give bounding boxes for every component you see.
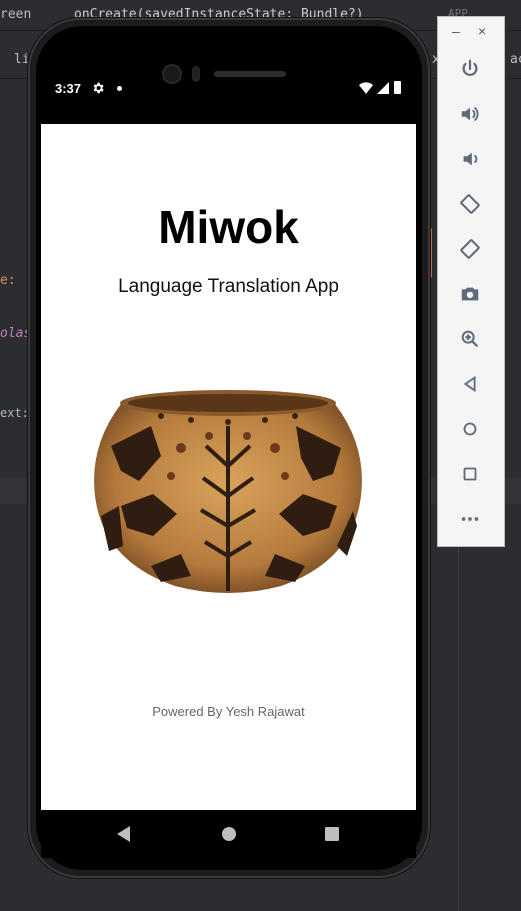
more-button[interactable] [456, 505, 484, 533]
rotate-right-button[interactable] [456, 235, 484, 263]
more-icon [461, 517, 479, 521]
volume-down-icon [463, 152, 478, 166]
tab-fragment-right-2[interactable]: ac [510, 52, 521, 67]
emulator-toolbar: – × [437, 16, 505, 547]
rotate-left-icon [460, 194, 480, 214]
home-icon [463, 422, 477, 436]
volume-up-button[interactable] [456, 100, 484, 128]
settings-icon [93, 82, 104, 94]
minimize-button[interactable]: – [452, 23, 460, 39]
power-icon [462, 59, 478, 76]
breadcrumb-left[interactable]: reen [0, 7, 31, 22]
volume-up-icon [461, 106, 479, 122]
back-icon [463, 375, 476, 393]
miwok-basket-image [94, 390, 362, 593]
screenshot-button[interactable] [456, 280, 484, 308]
powered-by-text: Powered By Yesh Rajawat [152, 704, 305, 719]
notification-dot [117, 86, 122, 91]
zoom-button[interactable] [456, 325, 484, 353]
overview-icon [463, 467, 477, 481]
navigation-bar [41, 810, 416, 858]
app-title: Miwok [158, 201, 299, 253]
rotate-left-button[interactable] [456, 190, 484, 218]
nav-recents-icon[interactable] [325, 827, 339, 841]
code-fragment-3: ext: [0, 406, 29, 420]
code-fragment-1: e: [0, 273, 16, 288]
volume-down-button[interactable] [456, 145, 484, 173]
back-button[interactable] [456, 370, 484, 398]
home-button[interactable] [456, 415, 484, 443]
power-button[interactable] [456, 55, 484, 83]
app-subtitle: Language Translation App [118, 276, 339, 297]
signal-icon [377, 82, 389, 94]
zoom-icon [461, 330, 479, 348]
overview-button[interactable] [456, 460, 484, 488]
wifi-icon [359, 82, 373, 94]
code-fragment-2: olas [0, 326, 32, 341]
app-screen: Miwok Language Translation App Powered B… [41, 124, 416, 810]
close-button[interactable]: × [478, 23, 486, 39]
rotate-right-icon [460, 239, 480, 259]
nav-back-icon[interactable] [117, 826, 130, 842]
status-time: 3:37 [55, 81, 82, 96]
status-bar: 3:37 [41, 74, 416, 104]
nav-home-icon[interactable] [222, 827, 236, 841]
camera-icon [461, 287, 479, 301]
battery-icon [394, 81, 401, 94]
